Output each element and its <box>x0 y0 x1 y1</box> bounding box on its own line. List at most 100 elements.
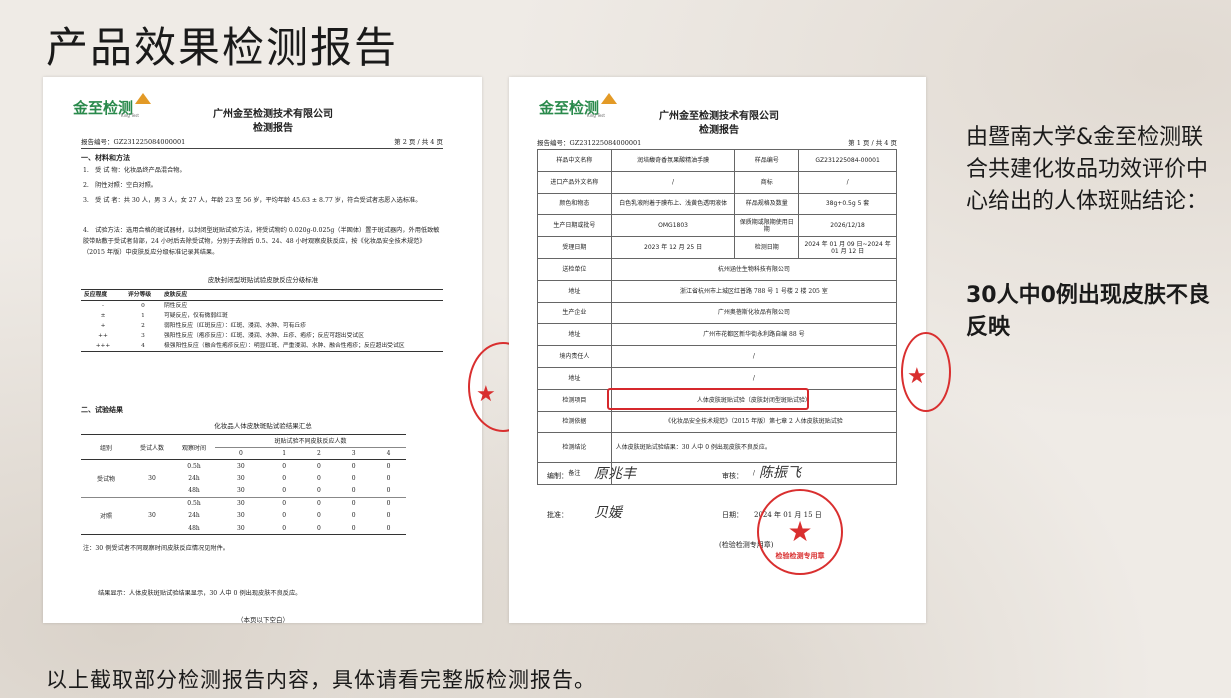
table-cell: 0 <box>386 474 391 482</box>
grade-row: ++ 3 强阳性反应（疱疹反应）：红斑、浸润、水肿、丘疹、疱疹；反应可超出受试区 <box>81 331 443 341</box>
table-cell: 0 <box>316 487 321 494</box>
table-row: 境内责任人 / <box>537 345 898 368</box>
table-cell: 进口产品外文名称 <box>537 170 612 194</box>
group-count: 30 <box>148 512 156 520</box>
table-cell: 38g+0.5g 5 套 <box>798 192 897 216</box>
table-cell: OMG1803 <box>610 214 736 238</box>
table-cell: 30 <box>237 474 245 482</box>
table-cell: 杭州涵住生物科技有限公司 <box>610 257 898 281</box>
table-cell: 受理日期 <box>537 236 612 259</box>
table-cell: / <box>798 170 897 194</box>
table-cell: 0 <box>282 500 287 507</box>
table-row: 备注 / <box>537 462 898 486</box>
grade-table: 反应程度 评分等级 皮肤反应 - 0 阴性反应 ±1 可疑反应，仅有微弱红斑 +2 弱阳… <box>81 289 443 352</box>
group-count: 30 <box>148 474 156 482</box>
table-cell: 0 <box>282 474 287 482</box>
table-cell: 30 <box>237 487 245 494</box>
table-cell: 0 <box>351 462 356 470</box>
grade-cell: 0 <box>141 303 145 309</box>
para-subjects: 3. 受 试 者：共 30 人，男 3 人，女 27 人，年龄 23 至 56 … <box>83 197 422 204</box>
logo-subtext: King Test <box>121 113 139 118</box>
approve-label: 批准： <box>547 511 568 519</box>
table-row: 地址 浙江省杭州市上城区红普路 788 号 1 号楼 2 楼 205 室 <box>537 279 898 303</box>
logo-subtext: King Test <box>587 113 605 118</box>
table-cell: 广州市花都区新华街永利路自编 88 号 <box>610 323 898 347</box>
date-label: 日期： <box>722 511 743 519</box>
table-cell: 30 <box>237 462 245 470</box>
grade-cell: 极强阳性反应（融合性疱疹反应）：明显红斑、严重浸润、水肿、融合性疱疹；反应超出受… <box>164 343 405 349</box>
table-cell: / <box>610 170 736 194</box>
table-cell: 样品中文名称 <box>537 149 612 172</box>
table-cell: 样品规格及数量 <box>734 192 800 216</box>
grade-cell: 阴性反应 <box>164 303 188 309</box>
table-row: 送检单位 杭州涵住生物科技有限公司 <box>537 257 898 281</box>
obs-time: 24h <box>188 512 200 520</box>
grade-row: - 0 阴性反应 <box>81 301 443 312</box>
table-cell: 0 <box>351 487 356 494</box>
table-cell: 0 <box>386 462 391 470</box>
results-level: 4 <box>371 446 406 460</box>
table-cell: 检测依据 <box>537 410 612 434</box>
table-cell: 检测结论 <box>537 432 612 464</box>
compile-label: 编制： <box>547 472 568 480</box>
grade-cell: 3 <box>141 333 145 339</box>
table-row: 地址 / <box>537 366 898 390</box>
grade-cell: - <box>102 303 104 309</box>
table-cell: / <box>610 366 898 390</box>
table-cell: 0 <box>316 462 321 470</box>
grade-header: 皮肤反应 <box>164 292 188 298</box>
table-cell: 颜色和物态 <box>537 192 612 216</box>
table-cell: 30 <box>237 524 245 532</box>
table-cell: 0 <box>386 512 391 520</box>
table-cell: 2024 年 01 月 09 日~2024 年 01 月 12 日 <box>798 236 897 259</box>
table-cell: 浙江省杭州市上城区红普路 788 号 1 号楼 2 楼 205 室 <box>610 279 898 303</box>
table-cell: 0 <box>386 500 391 507</box>
table-cell: 样品编号 <box>734 149 800 172</box>
table-cell: 0 <box>282 462 287 470</box>
table-cell: 0 <box>386 524 391 532</box>
table-cell: 0 <box>351 524 356 532</box>
results-level: 1 <box>266 446 302 460</box>
logo-mark-icon <box>135 93 152 104</box>
grade-cell: +++ <box>95 343 111 349</box>
report-page-1: 金至检测 King Test 广州金至检测技术有限公司 检测报告 报告编号：GZ… <box>509 77 951 623</box>
obs-time: 0.5h <box>187 500 201 507</box>
results-summary: 结果显示：人体皮肤斑贴试验结果显示，30 人中 0 例出现皮肤不良反应。 <box>98 590 302 597</box>
review-label: 审核： <box>722 472 743 480</box>
grade-caption: 皮肤封闭型斑贴试验皮肤反应分级标准 <box>207 276 319 284</box>
obs-time: 48h <box>188 487 200 494</box>
table-cell: 地址 <box>537 279 612 303</box>
table-row: 颜色和物态 白色乳液附着于膜布上、浅黄色透明液体 样品规格及数量 38g+0.5g 5… <box>537 192 897 216</box>
table-cell: 0 <box>351 512 356 520</box>
grade-cell: 可疑反应，仅有微弱红斑 <box>164 313 228 319</box>
table-cell: 2026/12/18 <box>798 214 897 238</box>
compile-signature: 原兆丰 <box>594 466 636 482</box>
seal-text: 检验检测专用章 <box>775 551 825 560</box>
table-cell: 送检单位 <box>537 257 612 281</box>
table-cell: 生产日期或批号 <box>537 214 612 238</box>
table-cell: 润培馥奇香氛果酸精油手膜 <box>610 149 736 172</box>
table-cell: 0 <box>316 500 321 507</box>
table-cell: 境内责任人 <box>537 345 612 368</box>
report-title: 检测报告 <box>253 123 293 134</box>
report-number: 报告编号：GZ231225084000001 <box>81 138 186 146</box>
logo-mark-icon <box>601 93 618 104</box>
report-number: 报告编号：GZ231225084000001 <box>537 139 642 147</box>
table-cell: 0 <box>351 500 356 507</box>
sample-info-table: 样品中文名称 润培馥奇香氛果酸精油手膜 样品编号 GZ231225084-00001 … <box>537 149 898 486</box>
page-number: 第 2 页 / 共 4 页 <box>394 138 443 146</box>
obs-time: 24h <box>188 474 200 482</box>
results-header-group: 组别 <box>99 444 112 452</box>
side-conclusion: 30人中0例出现皮肤不良反映 <box>966 283 1210 340</box>
page-number: 第 1 页 / 共 4 页 <box>848 139 897 147</box>
side-description: 由暨南大学&金至检测联合共建化妆品功效评价中心给出的人体斑贴结论： <box>966 125 1209 214</box>
table-cell: 检测日期 <box>734 236 800 259</box>
table-cell: 0 <box>282 487 287 494</box>
company-name: 广州金至检测技术有限公司 <box>213 109 333 120</box>
seal-edge-stamp: ★ <box>901 332 951 412</box>
logo: 金至检测 <box>73 93 152 118</box>
report-page-2: 金至检测 King Test 广州金至检测技术有限公司 检测报告 报告编号：GZ… <box>43 77 538 624</box>
review-signature: 陈振飞 <box>759 465 801 481</box>
grade-header: 评分等级 <box>128 292 152 298</box>
table-cell: 0 <box>351 474 356 482</box>
